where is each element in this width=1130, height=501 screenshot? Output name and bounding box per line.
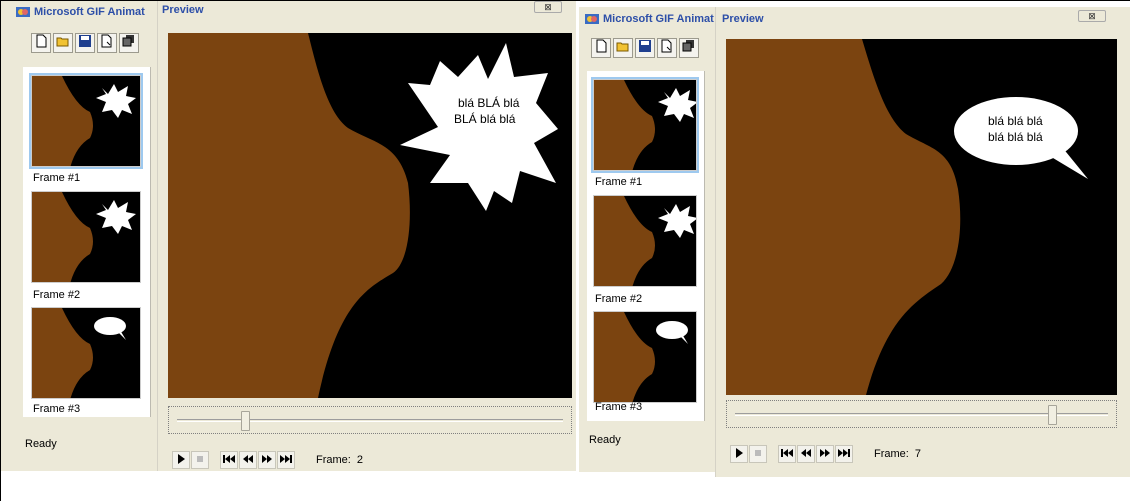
frame-thumbnail[interactable] <box>31 191 141 283</box>
frame-readout-label: Frame: <box>874 448 909 460</box>
frame-thumbnail[interactable] <box>593 311 697 403</box>
bubble-line: blá blá blá <box>988 130 1043 144</box>
frame-thumbnail[interactable] <box>593 195 697 287</box>
frame-readout-label: Frame: <box>316 454 351 466</box>
copy-frames-button[interactable] <box>119 33 139 53</box>
save-button[interactable] <box>635 38 655 58</box>
left-animator-window: Microsoft GIF Animat Frame #1 Frame #2 F… <box>1 1 576 471</box>
slider-thumb[interactable] <box>1048 405 1058 425</box>
frame-label: Frame #2 <box>595 293 643 305</box>
left-preview-title: Preview <box>162 4 204 16</box>
save-as-button[interactable] <box>97 33 117 53</box>
screenshot-stage: Microsoft GIF Animat Frame #1 Frame #2 F… <box>0 0 1130 501</box>
left-status-text: Ready <box>25 438 57 450</box>
rewind-icon <box>242 451 254 469</box>
copy-frames-icon <box>122 34 136 53</box>
frame-label: Frame #3 <box>33 403 81 415</box>
frame-label: Frame #2 <box>33 289 81 301</box>
copy-frames-icon <box>682 39 696 58</box>
close-icon: ⊠ <box>544 1 552 12</box>
first-frame-icon <box>781 445 793 463</box>
first-frame-button[interactable] <box>220 451 238 469</box>
left-toolbar <box>31 33 139 53</box>
next-frame-button[interactable] <box>258 451 276 469</box>
save-as-icon <box>100 34 114 53</box>
bubble-line: blá BLÁ blá <box>458 95 520 110</box>
rewind-icon <box>800 445 812 463</box>
bubble-line: blá blá blá <box>988 114 1043 128</box>
gif-animator-icon <box>15 5 31 19</box>
close-icon: ⊠ <box>1088 10 1096 21</box>
last-frame-icon <box>838 445 850 463</box>
left-preview-canvas: blá BLÁ blá BLÁ blá blá <box>168 33 572 398</box>
new-button[interactable] <box>31 33 51 53</box>
right-preview-canvas: blá blá blá blá blá blá <box>726 39 1117 395</box>
right-preview-window: Preview ⊠ blá blá blá blá blá blá Frame:… <box>715 7 1130 477</box>
open-button[interactable] <box>53 33 73 53</box>
close-button[interactable]: ⊠ <box>1078 10 1106 22</box>
frame-readout-value: 7 <box>914 448 921 460</box>
play-button[interactable] <box>172 451 190 469</box>
right-app-title: Microsoft GIF Animat <box>603 13 714 25</box>
open-icon <box>56 34 70 53</box>
right-app-titlebar: Microsoft GIF Animat <box>584 9 724 29</box>
right-preview-title: Preview <box>722 13 764 25</box>
save-icon <box>638 39 652 58</box>
left-app-title: Microsoft GIF Animat <box>34 6 145 18</box>
save-button[interactable] <box>75 33 95 53</box>
frame-thumbnail[interactable] <box>591 77 699 173</box>
right-status-text: Ready <box>589 434 621 446</box>
left-frame-slider[interactable] <box>168 406 572 434</box>
last-frame-button[interactable] <box>277 451 295 469</box>
previous-frame-button[interactable] <box>797 445 815 463</box>
left-playback-controls: Frame: 2 <box>172 451 363 469</box>
right-playback-controls: Frame: 7 <box>730 445 921 463</box>
gif-animator-icon <box>584 12 600 26</box>
stop-icon <box>752 445 764 463</box>
last-frame-button[interactable] <box>835 445 853 463</box>
right-frame-list[interactable]: Frame #1 Frame #2 Frame #3 <box>587 71 705 421</box>
play-button[interactable] <box>730 445 748 463</box>
left-preview-window: Preview ⊠ blá BLÁ blá BLÁ blá blá Frame:… <box>157 1 576 471</box>
close-button[interactable]: ⊠ <box>534 1 562 13</box>
next-frame-button[interactable] <box>816 445 834 463</box>
first-frame-icon <box>223 451 235 469</box>
left-app-titlebar: Microsoft GIF Animat <box>15 2 165 22</box>
new-icon <box>34 34 48 53</box>
save-as-button[interactable] <box>657 38 677 58</box>
stop-button[interactable] <box>191 451 209 469</box>
frame-label: Frame #3 <box>595 401 643 413</box>
left-frame-list[interactable]: Frame #1 Frame #2 Frame #3 <box>23 67 151 417</box>
save-as-icon <box>660 39 674 58</box>
frame-thumbnail[interactable] <box>29 73 143 169</box>
slider-track <box>177 419 563 422</box>
bubble-line: BLÁ blá blá <box>454 111 516 126</box>
frame-readout-value: 2 <box>356 454 363 466</box>
frame-label: Frame #1 <box>33 172 81 184</box>
last-frame-icon <box>280 451 292 469</box>
open-button[interactable] <box>613 38 633 58</box>
first-frame-button[interactable] <box>778 445 796 463</box>
slider-thumb[interactable] <box>241 411 251 431</box>
stop-button[interactable] <box>749 445 767 463</box>
right-toolbar <box>591 38 699 58</box>
play-icon <box>733 445 745 463</box>
save-icon <box>78 34 92 53</box>
copy-frames-button[interactable] <box>679 38 699 58</box>
previous-frame-button[interactable] <box>239 451 257 469</box>
right-animator-window: Microsoft GIF Animat Frame #1 Frame #2 F… <box>579 7 1130 477</box>
fast-forward-icon <box>819 445 831 463</box>
frame-thumbnail[interactable] <box>31 307 141 399</box>
fast-forward-icon <box>261 451 273 469</box>
new-icon <box>594 39 608 58</box>
open-icon <box>616 39 630 58</box>
stop-icon <box>194 451 206 469</box>
new-button[interactable] <box>591 38 611 58</box>
right-frame-slider[interactable] <box>726 400 1117 428</box>
frame-label: Frame #1 <box>595 176 643 188</box>
play-icon <box>175 451 187 469</box>
